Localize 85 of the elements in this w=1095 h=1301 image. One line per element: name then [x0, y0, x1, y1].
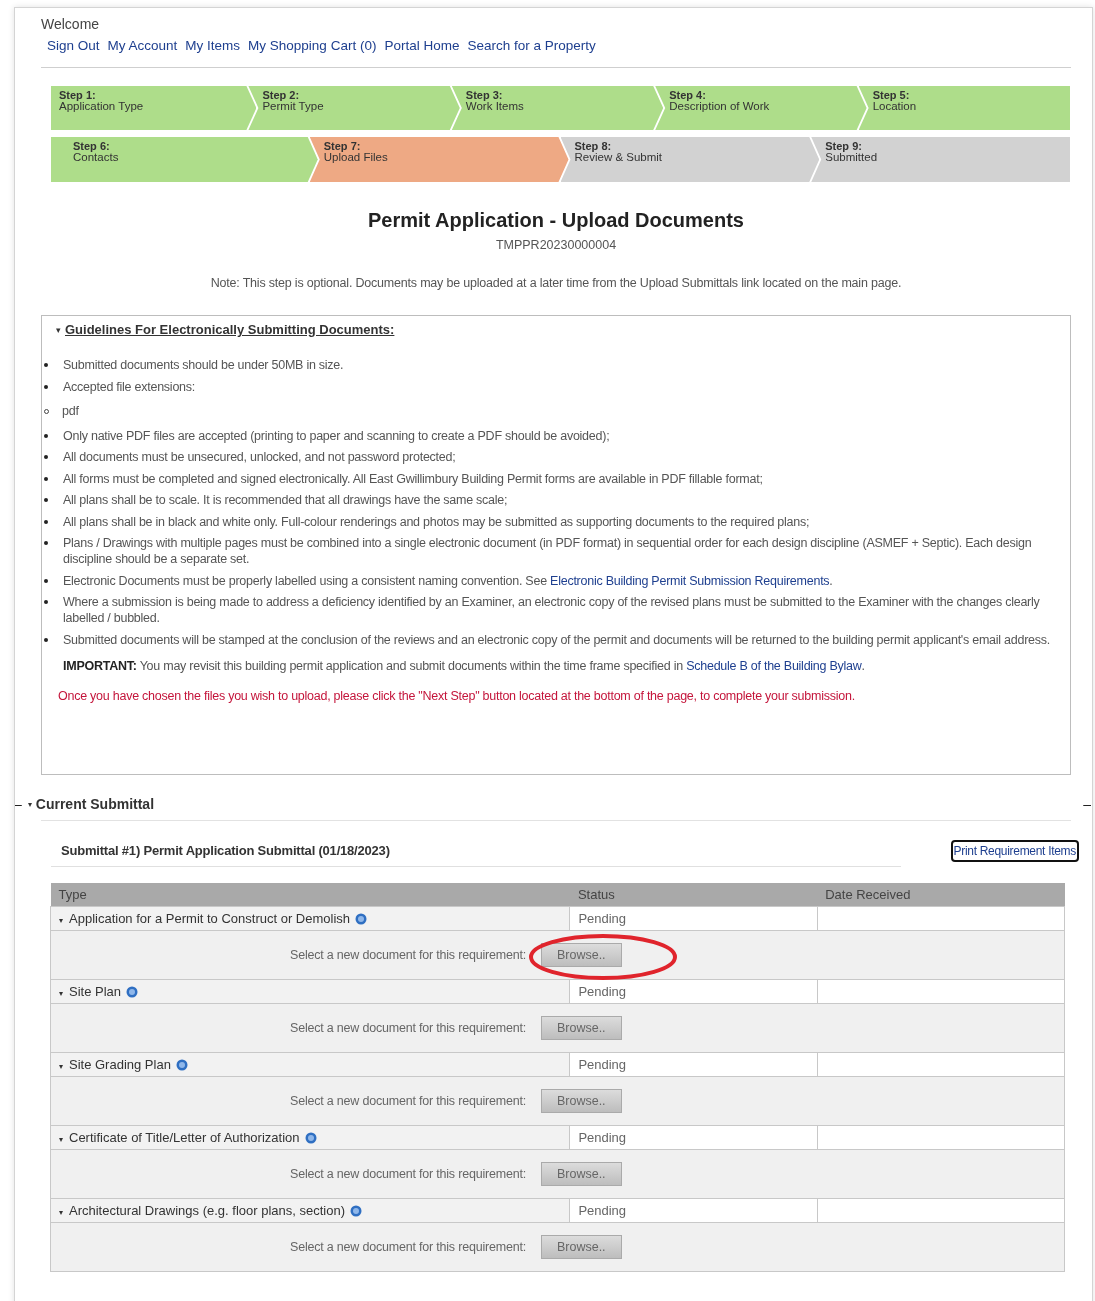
bullet-icon: [44, 637, 48, 642]
expand-toggle[interactable]: ▾: [59, 916, 63, 925]
guideline-text: Submitted documents will be stamped at the conclusion of the reviews and an electronic copy of the permit and documents will be returned to the building permit applicant's email address.: [63, 631, 1050, 648]
bullet-icon: [44, 578, 48, 583]
status-cell: Pending: [569, 1052, 818, 1077]
browse-button[interactable]: Browse..: [540, 1235, 622, 1259]
requirement-name: Application for a Permit to Construct or Demolish: [69, 911, 351, 926]
expand-toggle[interactable]: ▾: [59, 989, 63, 998]
record-id: TMPPR20230000004: [494, 238, 618, 252]
welcome-text: Welcome: [41, 16, 101, 34]
collapse-toggle[interactable]: ▾: [27, 799, 32, 809]
bullet-icon: [44, 455, 48, 459]
wizard-step: Step 5: Location: [858, 86, 1071, 130]
guideline-text: Plans / Drawings with multiple pages must be combined into a single electronic document (in PDF format) in sequential order for each design discipline (ASMEF + Septic). Each design discipline should be a separate set.: [63, 535, 1033, 567]
guideline-text: All documents must be unsecured, unlocked, and not password protected;: [63, 449, 456, 465]
requirement-name: Architectural Drawings (e.g. floor plans, section): [69, 1203, 345, 1218]
nav-link[interactable]: Portal Home: [384, 38, 460, 53]
info-icon[interactable]: [304, 1132, 317, 1144]
wizard-step: Step 4: Description of Work: [655, 86, 867, 130]
bullet-icon: [44, 600, 48, 604]
bullet-icon: [44, 519, 48, 524]
guideline-text: All plans shall be in black and white only. Full-colour renderings and photos may be submitted as supporting documents to the required plans;: [63, 513, 810, 530]
collapse-toggle[interactable]: ▾: [56, 324, 61, 335]
section-title: Current Submittal: [35, 796, 155, 812]
upload-prompt: Select a new document for this requirement:: [290, 1021, 526, 1035]
status-cell: Pending: [569, 906, 818, 931]
browse-button[interactable]: Browse..: [540, 1089, 622, 1113]
guideline-text: pdf: [62, 402, 79, 419]
info-icon[interactable]: [175, 1059, 188, 1071]
guideline-text: All forms must be completed and signed electronically. All East Gwillimbury Building Permit forms are available in PDF fillable format;: [63, 470, 763, 487]
wizard-step: Step 6: Contacts: [51, 137, 318, 182]
column-header: Status: [569, 883, 818, 907]
browse-button[interactable]: Browse..: [540, 1162, 622, 1186]
info-icon[interactable]: [350, 1205, 362, 1217]
nav-link[interactable]: My Items: [185, 38, 241, 53]
column-header: Type: [50, 883, 570, 907]
note-text: Note: This step is optional. Documents may be uploaded at a later time from the Upload Submittals link located on the main page.: [209, 276, 903, 290]
requirement-name: Site Grading Plan: [69, 1057, 171, 1072]
wizard-step: Step 7: Upload Files: [309, 137, 569, 182]
column-header: Date Received: [817, 883, 1065, 907]
page-title: Permit Application - Upload Documents: [367, 208, 745, 232]
wizard-step: Step 8: Review & Submit: [560, 137, 820, 182]
nav-link[interactable]: My Account: [107, 38, 178, 53]
info-icon[interactable]: [126, 986, 139, 998]
bullet-icon: [44, 433, 48, 438]
nav-link[interactable]: Sign Out: [47, 38, 100, 53]
guideline-text: Only native PDF files are accepted (printing to paper and scanning to create a PDF should be avoided);: [63, 427, 610, 444]
collapse-icon[interactable]: –: [1083, 796, 1091, 812]
submittal-title: Submittal #1) Permit Application Submittal (01/18/2023): [51, 835, 901, 867]
wizard-step: Step 2: Permit Type: [248, 86, 460, 130]
wizard-step: Step 9: Submitted: [811, 137, 1070, 182]
wizard-step: Step 3: Work Items: [451, 86, 664, 130]
upload-prompt: Select a new document for this requirement:: [290, 1240, 526, 1254]
guideline-text: Electronic Documents must be properly labelled using a consistent naming convention. See Electronic Building Permit Submission Requirements.: [63, 572, 833, 589]
guideline-text: Where a submission is being made to address a deficiency identified by an Examiner, an electronic copy of the revised plans must be submitted to the Examiner with the changes clearly labelled / bubbled.: [63, 594, 1041, 626]
bylaw-link[interactable]: Schedule B of the Building Bylaw: [686, 658, 862, 673]
nav-link[interactable]: Search for a Property: [467, 38, 596, 53]
upload-prompt: Select a new document for this requirement:: [290, 1094, 526, 1108]
browse-button[interactable]: Browse..: [540, 943, 622, 967]
expand-toggle[interactable]: ▾: [59, 1208, 63, 1217]
bullet-icon: [44, 541, 48, 545]
expand-toggle[interactable]: ▾: [59, 1135, 63, 1144]
guideline-text: Submitted documents should be under 50MB in size.: [63, 357, 344, 373]
upload-prompt: Select a new document for this requirement:: [290, 948, 526, 962]
expand-toggle[interactable]: ▾: [59, 1062, 63, 1071]
status-cell: Pending: [569, 1125, 818, 1150]
upload-prompt: Select a new document for this requirement:: [290, 1167, 526, 1181]
requirement-name: Site Plan: [69, 984, 122, 999]
bullet-icon: [44, 498, 48, 502]
bullet-icon: [44, 384, 48, 389]
status-cell: Pending: [569, 1198, 818, 1223]
print-requirements-button[interactable]: Print Requirement Items: [950, 840, 1079, 862]
guideline-text: Accepted file extensions:: [63, 378, 196, 395]
status-cell: Pending: [569, 979, 818, 1004]
nav-link[interactable]: My Shopping Cart (0): [248, 38, 377, 53]
info-icon[interactable]: [355, 913, 368, 925]
guidelines-title[interactable]: Guidelines For Electronically Submitting Documents:: [65, 322, 395, 337]
guideline-text: All plans shall be to scale. It is recommended that all drawings have the same scale;: [63, 492, 508, 508]
warning-text: Once you have chosen the files you wish to upload, please click the "Next Step" button located at the bottom of the page, to complete your submission.: [58, 688, 856, 703]
bullet-icon: [44, 476, 48, 481]
bullet-icon: [44, 363, 48, 367]
wizard-step: Step 1: Application Type: [51, 86, 257, 130]
requirement-name: Certificate of Title/Letter of Authorization: [69, 1130, 300, 1145]
browse-button[interactable]: Browse..: [540, 1016, 622, 1040]
important-text: IMPORTANT: You may revisit this building permit application and submit documents within the time frame specified in Schedule B of the Building Bylaw.: [63, 658, 866, 673]
